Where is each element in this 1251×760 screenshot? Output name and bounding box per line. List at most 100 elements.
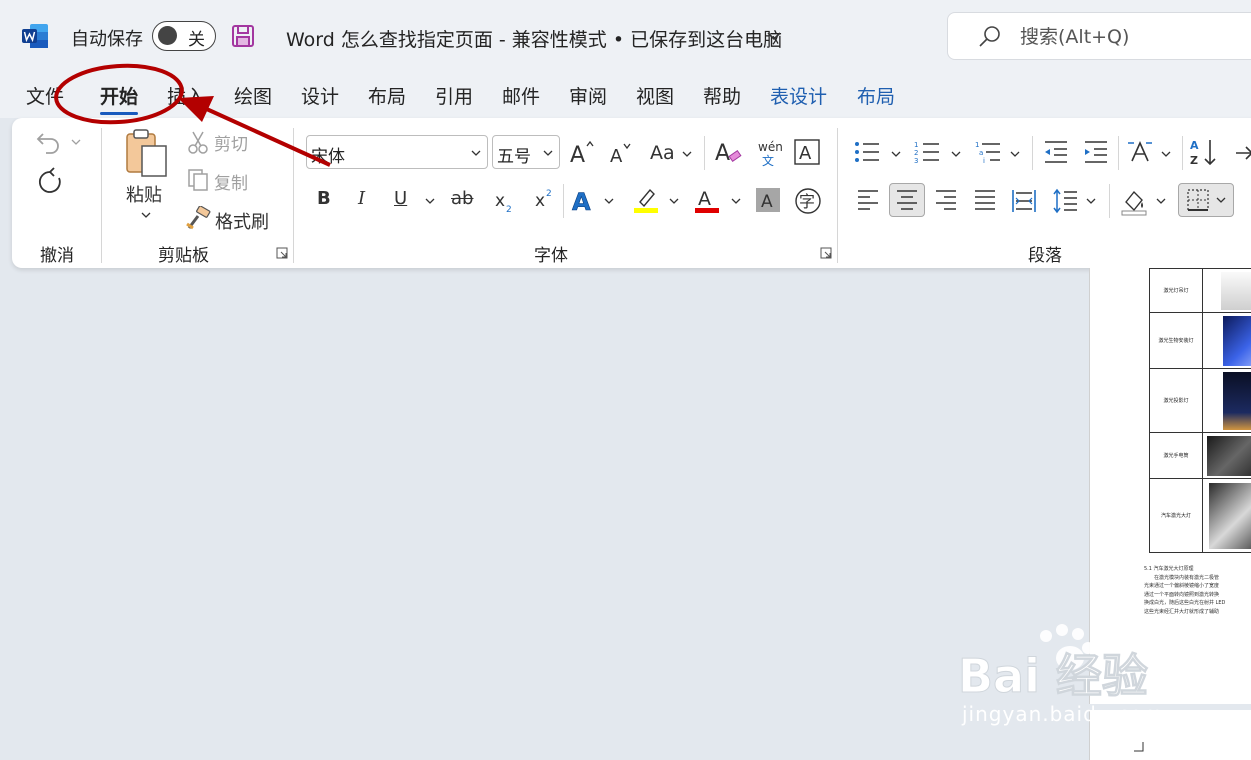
bullets-icon[interactable] <box>854 139 880 165</box>
photo-flashlight <box>1207 435 1251 476</box>
font-size-select[interactable]: 五号 <box>492 135 560 169</box>
tab-layout[interactable]: 布局 <box>368 82 406 109</box>
tab-home[interactable]: 开始 <box>100 82 139 115</box>
italic-icon[interactable]: I <box>358 188 365 209</box>
change-case-dropdown-icon[interactable] <box>682 149 692 159</box>
multilevel-list-dropdown-icon[interactable] <box>1010 149 1020 159</box>
dialog-launcher-icon[interactable] <box>820 247 832 259</box>
format-painter-icon[interactable] <box>185 206 211 230</box>
redo-icon[interactable] <box>34 164 64 194</box>
ribbon-home: 撤消 粘贴 剪切 复制 格式刷 剪贴板 宋体 五号 A A Aa A wén 文… <box>12 118 1251 268</box>
photo-projection <box>1223 371 1251 430</box>
increase-indent-icon[interactable] <box>1083 139 1109 165</box>
title-bar: 自动保存 关 Word 怎么查找指定页面 - 兼容性模式 • 已保存到这台电脑 <box>0 0 1251 72</box>
justify-icon[interactable] <box>973 188 997 212</box>
tab-view[interactable]: 视图 <box>636 82 674 109</box>
show-marks-icon[interactable] <box>1234 140 1251 166</box>
distributed-icon[interactable] <box>1011 188 1037 214</box>
shading-dropdown-icon[interactable] <box>1156 196 1166 206</box>
superscript-icon[interactable]: x2 <box>534 186 556 212</box>
divider <box>563 184 564 218</box>
document-table[interactable]: 激光灯吊灯 激光生物安装灯 激光投影灯 激光手电筒 汽车激光大灯 <box>1149 268 1251 553</box>
font-color-icon[interactable]: A <box>693 186 721 214</box>
subscript-icon[interactable]: x2 <box>494 188 516 214</box>
tab-review[interactable]: 审阅 <box>569 82 607 109</box>
shading-icon[interactable] <box>1120 188 1148 216</box>
borders-icon <box>1187 189 1209 211</box>
underline-icon[interactable]: U <box>394 188 407 209</box>
tab-table-layout[interactable]: 布局 <box>857 82 895 109</box>
shrink-font-icon[interactable]: A <box>608 140 634 166</box>
word-app-icon[interactable] <box>22 24 48 48</box>
align-left-icon[interactable] <box>856 188 880 212</box>
tab-mailings[interactable]: 邮件 <box>502 82 540 109</box>
font-name-select[interactable]: 宋体 <box>306 135 488 169</box>
tab-table-design[interactable]: 表设计 <box>770 82 827 109</box>
svg-text:A: A <box>610 146 623 166</box>
dialog-launcher-icon[interactable] <box>276 247 288 259</box>
underline-dropdown-icon[interactable] <box>425 196 435 206</box>
cut-label[interactable]: 剪切 <box>214 130 248 155</box>
chinese-layout-icon[interactable] <box>1126 139 1154 165</box>
undo-icon[interactable] <box>34 126 64 156</box>
search-input[interactable] <box>1018 22 1251 52</box>
body-line: 换成白光，随后这些白光在射并 LED <box>1144 600 1226 606</box>
svg-text:字: 字 <box>799 192 815 211</box>
autosave-toggle[interactable]: 关 <box>152 21 216 51</box>
paste-label[interactable]: 粘贴 <box>126 181 162 207</box>
numbering-dropdown-icon[interactable] <box>951 149 961 159</box>
align-right-icon[interactable] <box>934 188 958 212</box>
document-body-text[interactable]: 5.1 汽车激光大灯原理 在激光模块内装有激光二极管 光束通过一个偏斜棱镜缩小了… <box>1144 565 1251 616</box>
autosave-state: 关 <box>188 30 205 50</box>
tab-draw[interactable]: 绘图 <box>234 82 272 109</box>
paste-dropdown-icon[interactable] <box>141 210 151 220</box>
undo-dropdown-icon[interactable] <box>71 137 81 147</box>
section-heading: 5.1 汽车激光大灯原理 <box>1144 566 1194 572</box>
character-shading-icon[interactable]: A <box>756 188 780 212</box>
phonetic-guide-label-bottom[interactable]: 文 <box>762 152 774 169</box>
format-painter-label[interactable]: 格式刷 <box>215 208 269 234</box>
tab-help[interactable]: 帮助 <box>703 82 741 109</box>
search-box[interactable] <box>947 12 1251 60</box>
paste-icon[interactable] <box>124 128 170 178</box>
align-center-button[interactable] <box>889 183 925 217</box>
save-icon[interactable] <box>231 24 255 48</box>
font-color-dropdown-icon[interactable] <box>731 196 741 206</box>
scissors-icon[interactable] <box>187 130 209 154</box>
svg-text:Z: Z <box>1190 154 1198 167</box>
divider <box>1182 136 1183 170</box>
sort-icon[interactable]: AZ <box>1190 137 1220 167</box>
change-case-button[interactable]: Aa <box>650 142 675 164</box>
clear-formatting-icon[interactable]: A <box>714 138 744 166</box>
line-spacing-dropdown-icon[interactable] <box>1086 196 1096 206</box>
document-title[interactable]: Word 怎么查找指定页面 - 兼容性模式 • 已保存到这台电脑 <box>286 25 782 52</box>
borders-button[interactable] <box>1178 183 1234 217</box>
tab-insert[interactable]: 插入 <box>167 82 205 109</box>
strikethrough-icon[interactable]: ab <box>451 188 473 209</box>
copy-icon[interactable] <box>187 168 209 192</box>
tab-design[interactable]: 设计 <box>301 82 339 109</box>
grow-font-icon[interactable]: A <box>568 138 596 166</box>
numbering-icon[interactable]: 123 <box>914 139 940 165</box>
text-effects-dropdown-icon[interactable] <box>604 196 614 206</box>
text-effects-icon[interactable]: A <box>570 186 598 214</box>
multilevel-list-icon[interactable]: 1ai <box>975 139 1001 165</box>
chinese-layout-dropdown-icon[interactable] <box>1161 149 1171 159</box>
bold-icon[interactable]: B <box>317 188 331 209</box>
decrease-indent-icon[interactable] <box>1043 139 1069 165</box>
enclose-characters-icon[interactable]: 字 <box>794 187 822 215</box>
font-name-value: 宋体 <box>311 147 345 167</box>
toggle-knob <box>158 26 177 45</box>
chevron-down-icon[interactable] <box>766 28 782 44</box>
character-border-icon[interactable]: A <box>794 139 820 165</box>
copy-label[interactable]: 复制 <box>214 169 248 194</box>
tab-file[interactable]: 文件 <box>26 82 64 109</box>
line-spacing-icon[interactable] <box>1052 188 1078 214</box>
body-line: 光束通过一个偏斜棱镜缩小了宽度 <box>1144 583 1220 589</box>
highlight-dropdown-icon[interactable] <box>669 196 679 206</box>
tab-references[interactable]: 引用 <box>435 82 473 109</box>
highlight-icon[interactable] <box>632 186 660 214</box>
bullets-dropdown-icon[interactable] <box>891 149 901 159</box>
svg-text:i: i <box>983 157 985 165</box>
divider <box>1032 136 1033 170</box>
